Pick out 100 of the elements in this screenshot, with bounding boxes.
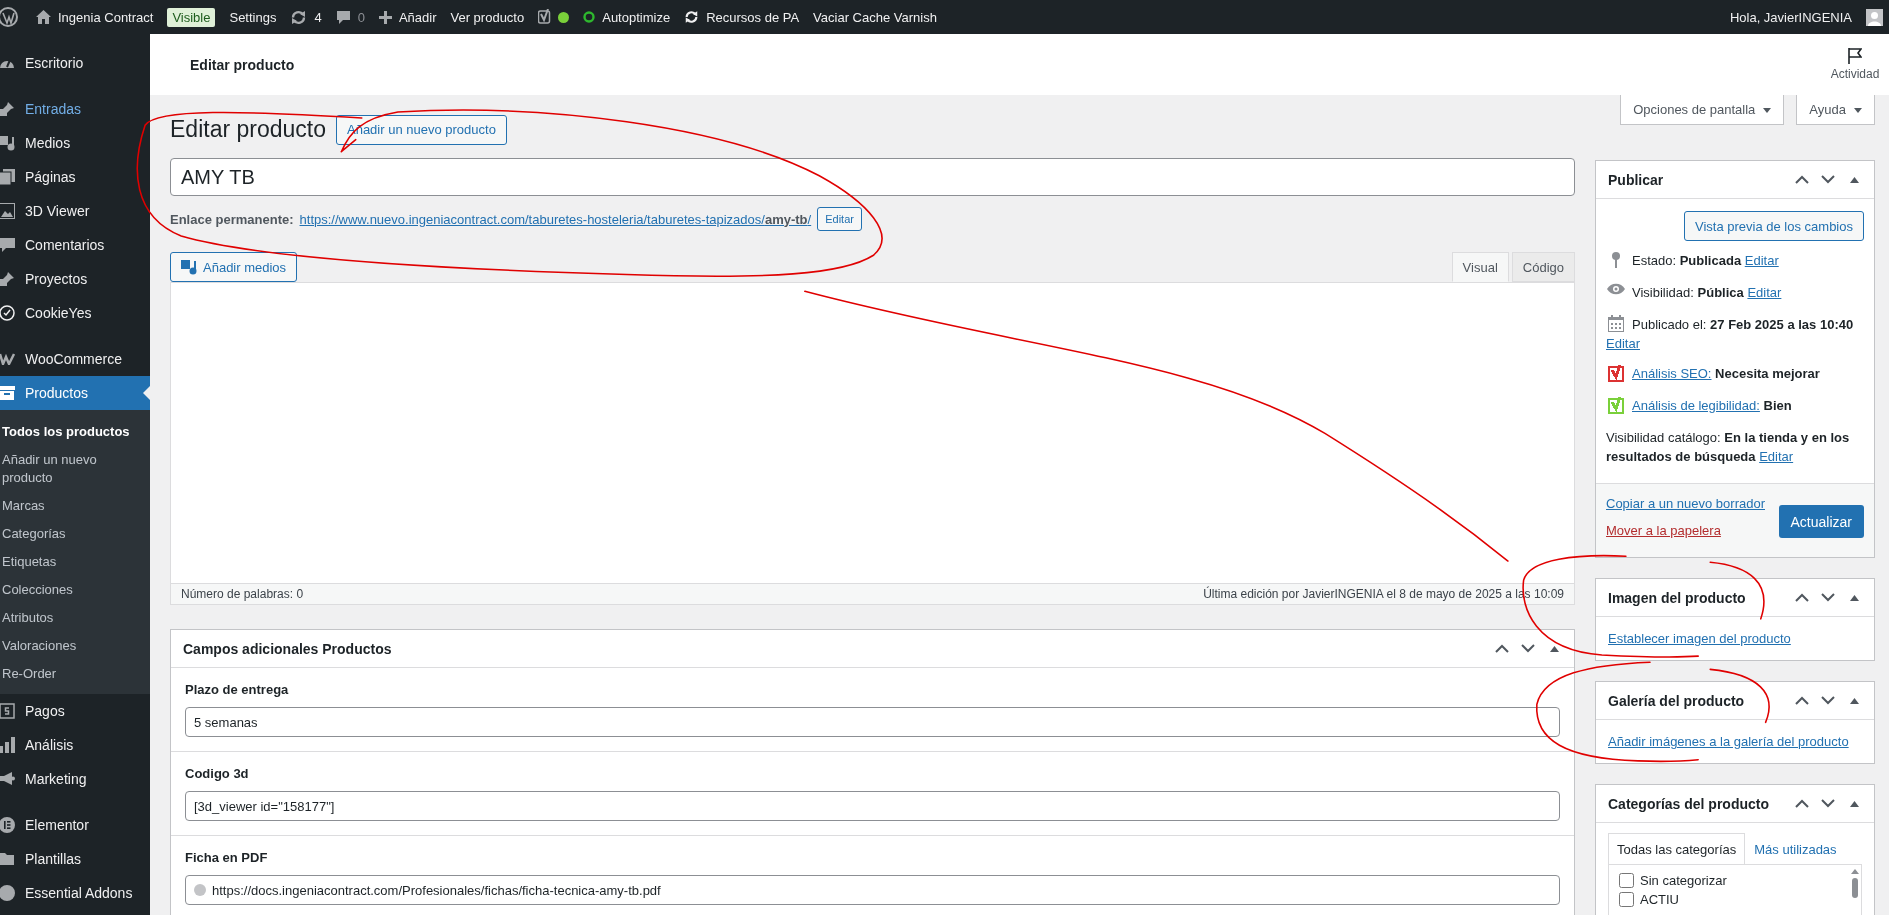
checkbox[interactable] — [1619, 892, 1634, 907]
chevron-down-icon — [1521, 644, 1535, 653]
panel-title: Campos adicionales Productos — [183, 640, 392, 657]
pushpin-icon — [0, 101, 15, 117]
analysis-text: Análisis SEO: Necesita mejorar — [1632, 365, 1820, 383]
folder-icon — [0, 852, 15, 866]
add-new-link[interactable]: Añadir — [378, 9, 437, 25]
triangle-up-icon — [1849, 176, 1859, 183]
trash-link[interactable]: Mover a la papelera — [1606, 523, 1765, 538]
toolbar-link[interactable]: Vaciar Cache Varnish — [813, 9, 937, 25]
sidebar-item[interactable]: CookieYes — [0, 296, 150, 330]
speech-bubble-icon — [0, 237, 15, 253]
analysis-link[interactable]: Análisis de legibilidad: — [1632, 398, 1760, 413]
add-media-button[interactable]: Añadir medios — [170, 252, 298, 282]
sidebar-item[interactable]: Elementor — [0, 808, 150, 842]
add-gallery-images-link[interactable]: Añadir imágenes a la galería del producto — [1608, 734, 1849, 749]
activity-button[interactable]: Actividad — [1821, 47, 1889, 82]
input-field[interactable]: [3d_viewer id="158177"] — [185, 791, 1560, 821]
editor-tab[interactable]: Visual — [1451, 252, 1509, 282]
scrollbar[interactable] — [1851, 869, 1859, 899]
submenu-item[interactable]: Categorías — [0, 520, 150, 548]
calendar-icon — [1608, 315, 1624, 332]
sidebar-item[interactable]: Essential Addons — [0, 876, 150, 910]
toolbar-link[interactable]: Ver producto — [450, 9, 525, 25]
submenu-item[interactable]: Añadir un nuevo producto — [0, 446, 150, 492]
home-icon — [36, 10, 51, 24]
url-field[interactable]: https://docs.ingeniacontract.com/Profesionales/fichas/ficha-tecnica-amy-tb.pdf — [185, 875, 1560, 905]
sidebar-item[interactable]: Pagos — [0, 694, 150, 728]
publish-info-text: Visibilidad: Pública Editar — [1632, 284, 1782, 302]
resources-link[interactable]: Recursos de PA — [684, 9, 800, 25]
triangle-up-icon — [1849, 697, 1859, 704]
edit-link[interactable]: Editar — [1759, 449, 1794, 464]
toolbar-link[interactable]: Settings — [229, 9, 277, 25]
archive-box-icon — [0, 386, 15, 400]
media-icon — [181, 259, 197, 275]
sidebar-item[interactable]: 3D Viewer — [0, 194, 150, 228]
sidebar-item[interactable]: Análisis — [0, 728, 150, 762]
chevron-down-icon — [1821, 175, 1835, 184]
edit-link[interactable]: Editar — [1744, 253, 1779, 268]
submenu-item[interactable]: Valoraciones — [0, 632, 150, 660]
update-button[interactable]: Actualizar — [1778, 505, 1864, 538]
sidebar-item[interactable]: Plantillas — [0, 842, 150, 876]
media-icon — [0, 135, 15, 151]
permalink-link[interactable]: https://www.nuevo.ingeniacontract.com/taburetes-hosteleria/taburetes-tapizados/amy-tb/ — [299, 211, 812, 227]
sidebar-item[interactable]: Comentarios — [0, 228, 150, 262]
word-count: Número de palabras: 0 — [181, 587, 304, 601]
submenu-item[interactable]: Todos los productos — [0, 418, 150, 446]
input-field[interactable]: 5 semanas — [185, 707, 1560, 737]
submenu-item[interactable]: Etiquetas — [0, 548, 150, 576]
page-title: Editar producto — [190, 56, 295, 73]
user-greeting[interactable]: Hola, JavierINGENIA — [1729, 9, 1852, 25]
sidebar-item[interactable]: Medios — [0, 126, 150, 160]
eye-icon — [1606, 283, 1626, 295]
sidebar-item[interactable]: Páginas — [0, 160, 150, 194]
catalog-visibility-text: Visibilidad catálogo: En la tienda y en los resultados de búsqueda Editar — [1606, 429, 1851, 466]
autoptimize-link[interactable]: Autoptimize — [583, 9, 671, 25]
triangle-up-icon — [1849, 594, 1859, 601]
help-button[interactable]: Ayuda — [1796, 95, 1875, 125]
bar-chart-icon — [0, 737, 15, 753]
publish-info-text: Estado: Publicada Editar — [1632, 252, 1779, 270]
sidebar-item[interactable]: Marketing — [0, 762, 150, 796]
panel-title: Imagen del producto — [1608, 589, 1746, 606]
editor-tab[interactable]: Código — [1511, 252, 1575, 282]
updates-link[interactable]: 4 — [290, 9, 322, 25]
chevron-up-icon — [1795, 696, 1809, 705]
pushpin-icon — [0, 271, 15, 287]
category-tab[interactable]: Más utilizadas — [1745, 833, 1846, 865]
edit-link[interactable]: Editar — [1606, 336, 1864, 351]
preview-button[interactable]: Vista previa de los cambios — [1684, 211, 1864, 241]
chevron-down-icon — [1821, 799, 1835, 808]
edit-permalink-button[interactable]: Editar — [817, 207, 862, 231]
analysis-link[interactable]: Análisis SEO: — [1632, 366, 1712, 381]
screen-options-button[interactable]: Opciones de pantalla — [1620, 95, 1785, 125]
sidebar-item[interactable]: Productos — [0, 376, 150, 410]
picture-icon — [0, 203, 15, 219]
sidebar-item[interactable]: Escritorio — [0, 46, 150, 80]
submenu-item[interactable]: Marcas — [0, 492, 150, 520]
sidebar-item[interactable]: Proyectos — [0, 262, 150, 296]
site-link[interactable]: Ingenia Contract — [36, 9, 154, 25]
edit-link[interactable]: Editar — [1747, 285, 1782, 300]
checkbox[interactable] — [1619, 873, 1634, 888]
sidebar-item[interactable]: Entradas — [0, 92, 150, 126]
sidebar-item[interactable]: WooCommerce — [0, 342, 150, 376]
category-tab[interactable]: Todas las categorías — [1608, 833, 1746, 865]
submenu-item[interactable]: Re-Order — [0, 660, 150, 688]
plus-icon — [378, 10, 392, 24]
submenu-item[interactable]: Atributos — [0, 604, 150, 632]
seo-toolbar-button[interactable] — [538, 8, 570, 26]
flag-icon — [1848, 48, 1862, 64]
triangle-up-icon — [1549, 645, 1559, 652]
comments-link[interactable]: 0 — [335, 9, 365, 25]
field-label: Ficha en PDF — [185, 850, 269, 865]
panel-title: Galería del producto — [1608, 692, 1745, 709]
copy-draft-link[interactable]: Copiar a un nuevo borrador — [1606, 496, 1765, 511]
submenu-item[interactable]: Colecciones — [0, 576, 150, 604]
triangle-up-icon — [1849, 800, 1859, 807]
set-image-link[interactable]: Establecer imagen del producto — [1608, 631, 1791, 646]
title-field[interactable]: AMY TB — [170, 158, 1575, 196]
field-label: Codigo 3d — [185, 766, 250, 781]
ring-icon — [583, 11, 596, 23]
